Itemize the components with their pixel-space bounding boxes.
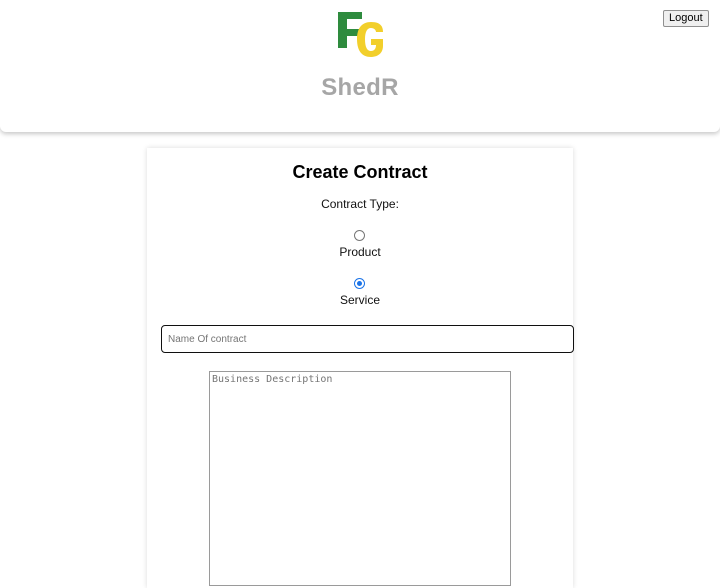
logout-button[interactable]: Logout (663, 10, 709, 27)
app-header: ShedR Logout (0, 0, 720, 132)
radio-product[interactable] (354, 230, 365, 241)
radio-label-service: Service (339, 293, 380, 307)
radio-service[interactable] (354, 278, 365, 289)
contract-name-input[interactable] (161, 325, 574, 353)
contract-type-label: Contract Type: (321, 197, 399, 211)
business-description-textarea[interactable] (209, 371, 511, 586)
radio-label-product: Product (339, 245, 381, 259)
brand-name: ShedR (321, 74, 399, 101)
fg-logo-icon (338, 12, 383, 57)
form-title: Create Contract (292, 162, 428, 182)
